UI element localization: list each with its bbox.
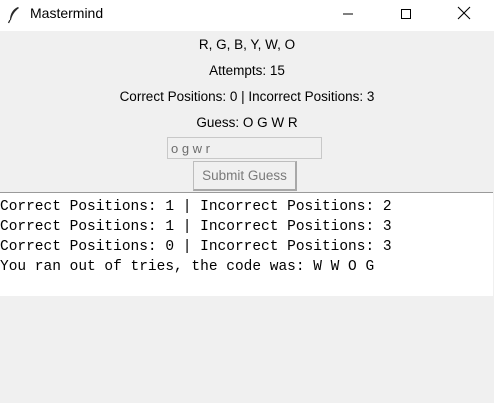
maximize-icon (400, 7, 412, 25)
guess-input[interactable] (167, 137, 322, 159)
client-area: R, G, B, Y, W, O Attempts: 15 Correct Po… (0, 31, 494, 403)
guess-label: Guess: O G W R (196, 115, 298, 130)
log-line: Correct Positions: 0 | Incorrect Positio… (0, 239, 392, 255)
log-line: Correct Positions: 1 | Incorrect Positio… (0, 199, 392, 215)
feedback-label: Correct Positions: 0 | Incorrect Positio… (119, 89, 375, 104)
mastermind-window: Mastermind R, G, B, Y, W, O Attempts: 15… (0, 0, 494, 403)
colors-label: R, G, B, Y, W, O (198, 37, 296, 52)
log-line: You ran out of tries, the code was: W W … (0, 259, 375, 275)
results-log[interactable]: Correct Positions: 1 | Incorrect Positio… (0, 192, 493, 296)
close-icon (457, 6, 471, 25)
close-button[interactable] (441, 0, 487, 31)
submit-guess-button[interactable]: Submit Guess (193, 161, 297, 191)
minimize-icon (342, 7, 354, 25)
log-line: Correct Positions: 1 | Incorrect Positio… (0, 219, 392, 235)
maximize-button[interactable] (383, 0, 429, 31)
title-bar[interactable]: Mastermind (0, 0, 494, 31)
attempts-label: Attempts: 15 (209, 63, 285, 78)
minimize-button[interactable] (325, 0, 371, 31)
window-title: Mastermind (30, 5, 104, 21)
feather-icon (7, 6, 21, 24)
